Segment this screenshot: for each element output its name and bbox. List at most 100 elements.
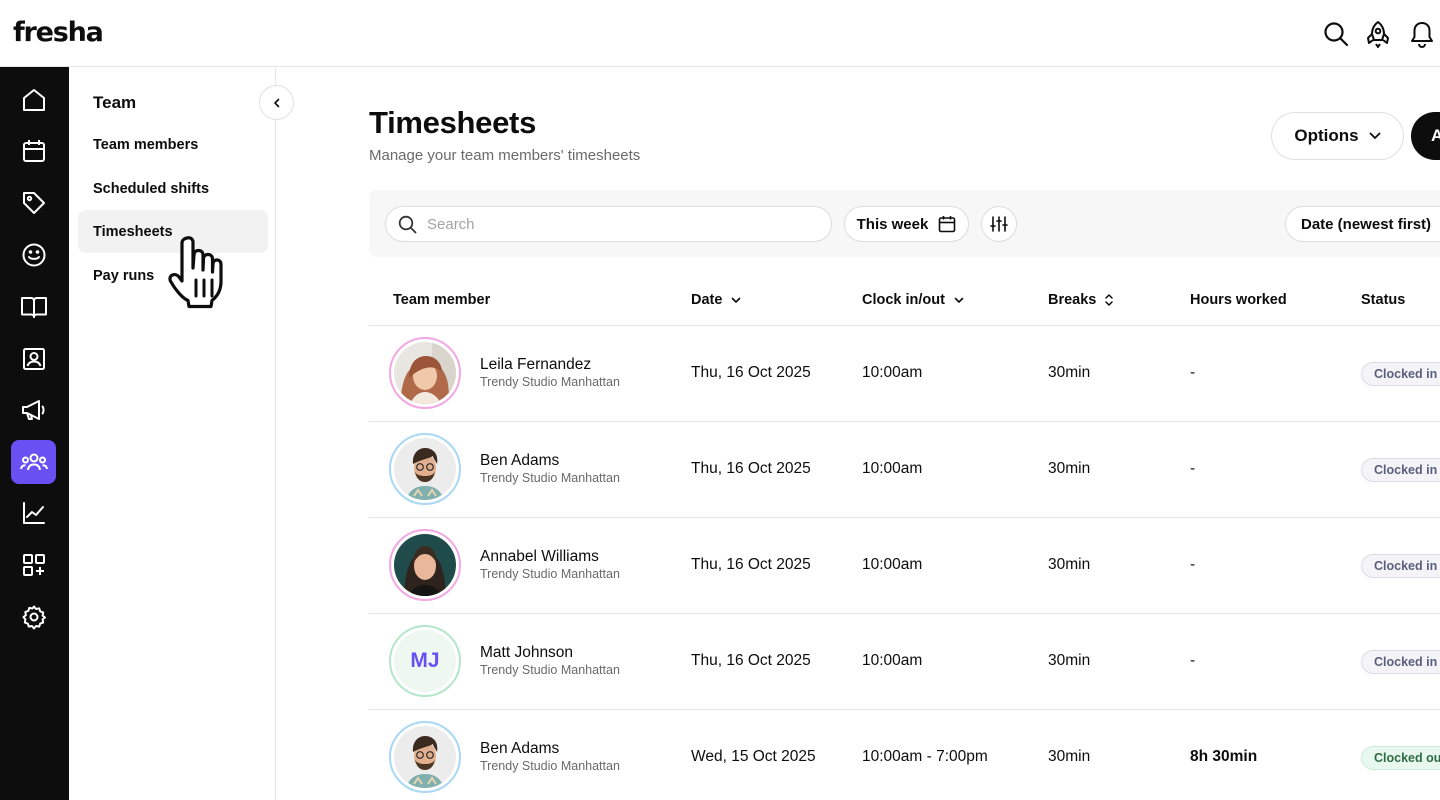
header-hours: Hours worked <box>1190 292 1287 308</box>
row-hours: - <box>1190 556 1196 573</box>
megaphone-icon[interactable] <box>11 388 56 432</box>
row-date: Wed, 15 Oct 2025 <box>691 748 816 765</box>
header-team-member-label: Team member <box>393 292 491 308</box>
row-date: Thu, 16 Oct 2025 <box>691 364 811 381</box>
avatar-photo-annabel <box>394 534 456 596</box>
options-button[interactable]: Options <box>1271 112 1404 160</box>
bell-icon[interactable] <box>1406 18 1438 50</box>
sort-arrow-down-icon <box>954 297 964 303</box>
team-subnav: Team Team members Scheduled shifts Times… <box>69 67 294 800</box>
row-hours: - <box>1190 364 1196 381</box>
chevron-left-icon <box>273 98 279 107</box>
member-name: Leila Fernandez <box>480 356 592 373</box>
header-date-label: Date <box>691 292 723 308</box>
row-breaks: 30min <box>1048 556 1091 573</box>
row-hours: - <box>1190 460 1196 477</box>
subnav-item-timesheets[interactable]: Timesheets <box>78 210 268 253</box>
row-breaks: 30min <box>1048 748 1091 765</box>
row-date: Thu, 16 Oct 2025 <box>691 556 811 573</box>
avatar <box>389 721 461 793</box>
filter-bar: This week Date (newest first) <box>369 190 1440 257</box>
row-date: Thu, 16 Oct 2025 <box>691 460 811 477</box>
member-location: Trendy Studio Manhattan <box>480 375 620 389</box>
top-bar: fresha <box>0 0 1440 67</box>
page-title: Timesheets <box>369 105 537 140</box>
member-name: Annabel Williams <box>480 548 599 565</box>
book-icon[interactable] <box>11 285 56 329</box>
header-status-label: Status <box>1361 292 1406 308</box>
status-badge: Clocked out <box>1361 746 1440 770</box>
row-breaks: 30min <box>1048 460 1091 477</box>
row-clock: 10:00am <box>862 652 923 669</box>
member-location: Trendy Studio Manhattan <box>480 471 620 485</box>
subnav-item-scheduled-shifts[interactable]: Scheduled shifts <box>78 167 268 210</box>
row-clock: 10:00am - 7:00pm <box>862 748 988 765</box>
header-team-member: Team member <box>393 292 490 308</box>
header-breaks-label: Breaks <box>1048 292 1097 308</box>
row-clock: 10:00am <box>862 364 923 381</box>
header-clock[interactable]: Clock in/out <box>862 292 965 308</box>
gear-icon[interactable] <box>11 595 56 639</box>
table-row[interactable]: Leila Fernandez Trendy Studio Manhattan … <box>369 326 1440 422</box>
row-hours: - <box>1190 652 1196 669</box>
avatar <box>389 529 461 601</box>
table-row[interactable]: Annabel Williams Trendy Studio Manhattan… <box>369 518 1440 614</box>
home-icon[interactable] <box>11 78 56 122</box>
smiley-icon[interactable] <box>11 233 56 277</box>
subnav-item-pay-runs[interactable]: Pay runs <box>78 254 268 297</box>
status-badge: Clocked in <box>1361 650 1440 674</box>
rocket-icon[interactable] <box>1362 18 1394 50</box>
avatar <box>389 433 461 505</box>
search-icon <box>398 215 417 233</box>
tag-icon[interactable] <box>11 181 56 225</box>
avatar <box>389 337 461 409</box>
header-hours-label: Hours worked <box>1190 292 1287 308</box>
header-clock-label: Clock in/out <box>862 292 945 308</box>
add-button[interactable]: A <box>1411 112 1440 160</box>
team-icon[interactable] <box>11 440 56 484</box>
fresha-logo[interactable]: fresha <box>13 17 104 48</box>
sort-arrow-down-icon <box>732 297 741 303</box>
row-hours: 8h 30min <box>1190 748 1258 765</box>
collapse-sidebar-button[interactable] <box>259 85 294 120</box>
header-breaks[interactable]: Breaks <box>1048 292 1114 308</box>
search-icon[interactable] <box>1320 18 1352 50</box>
row-breaks: 30min <box>1048 364 1091 381</box>
options-label: Options <box>1294 126 1359 145</box>
avatar-photo-leila <box>394 342 456 404</box>
header-date[interactable]: Date <box>691 292 742 308</box>
sort-label: Date (newest first) <box>1301 215 1432 233</box>
subnav-item-team-members[interactable]: Team members <box>78 123 268 166</box>
date-range-button[interactable]: This week <box>844 206 969 242</box>
main-content: Timesheets Manage your team members' tim… <box>276 67 1440 800</box>
avatar: MJ <box>389 625 461 697</box>
sort-updown-icon <box>1105 294 1114 306</box>
member-name: Ben Adams <box>480 452 560 469</box>
search-input[interactable] <box>427 215 807 233</box>
chart-icon[interactable] <box>11 491 56 535</box>
row-clock: 10:00am <box>862 556 923 573</box>
sliders-icon <box>990 216 1008 232</box>
table-row[interactable]: MJ Matt Johnson Trendy Studio Manhattan … <box>369 614 1440 710</box>
avatar-initials: MJ <box>394 630 456 692</box>
table-row[interactable]: Ben Adams Trendy Studio Manhattan Thu, 1… <box>369 422 1440 518</box>
member-name: Ben Adams <box>480 740 560 757</box>
left-rail <box>0 67 69 800</box>
avatar-photo-ben <box>394 438 456 500</box>
contact-card-icon[interactable] <box>11 337 56 381</box>
filters-button[interactable] <box>981 206 1017 242</box>
chevron-down-icon <box>1369 132 1381 139</box>
sort-button[interactable]: Date (newest first) <box>1285 206 1440 242</box>
calendar-icon[interactable] <box>11 129 56 173</box>
search-box[interactable] <box>385 206 832 242</box>
page-subtitle: Manage your team members' timesheets <box>369 147 641 164</box>
calendar-icon <box>939 216 956 233</box>
member-location: Trendy Studio Manhattan <box>480 663 620 677</box>
add-ons-icon[interactable] <box>11 543 56 587</box>
row-clock: 10:00am <box>862 460 923 477</box>
subnav-title: Team <box>93 93 137 112</box>
header-status: Status <box>1361 292 1405 308</box>
table-row[interactable]: Ben Adams Trendy Studio Manhattan Wed, 1… <box>369 710 1440 800</box>
table-header: Team member Date Clock in/out Breaks Hou… <box>369 275 1440 326</box>
status-badge: Clocked in <box>1361 554 1440 578</box>
